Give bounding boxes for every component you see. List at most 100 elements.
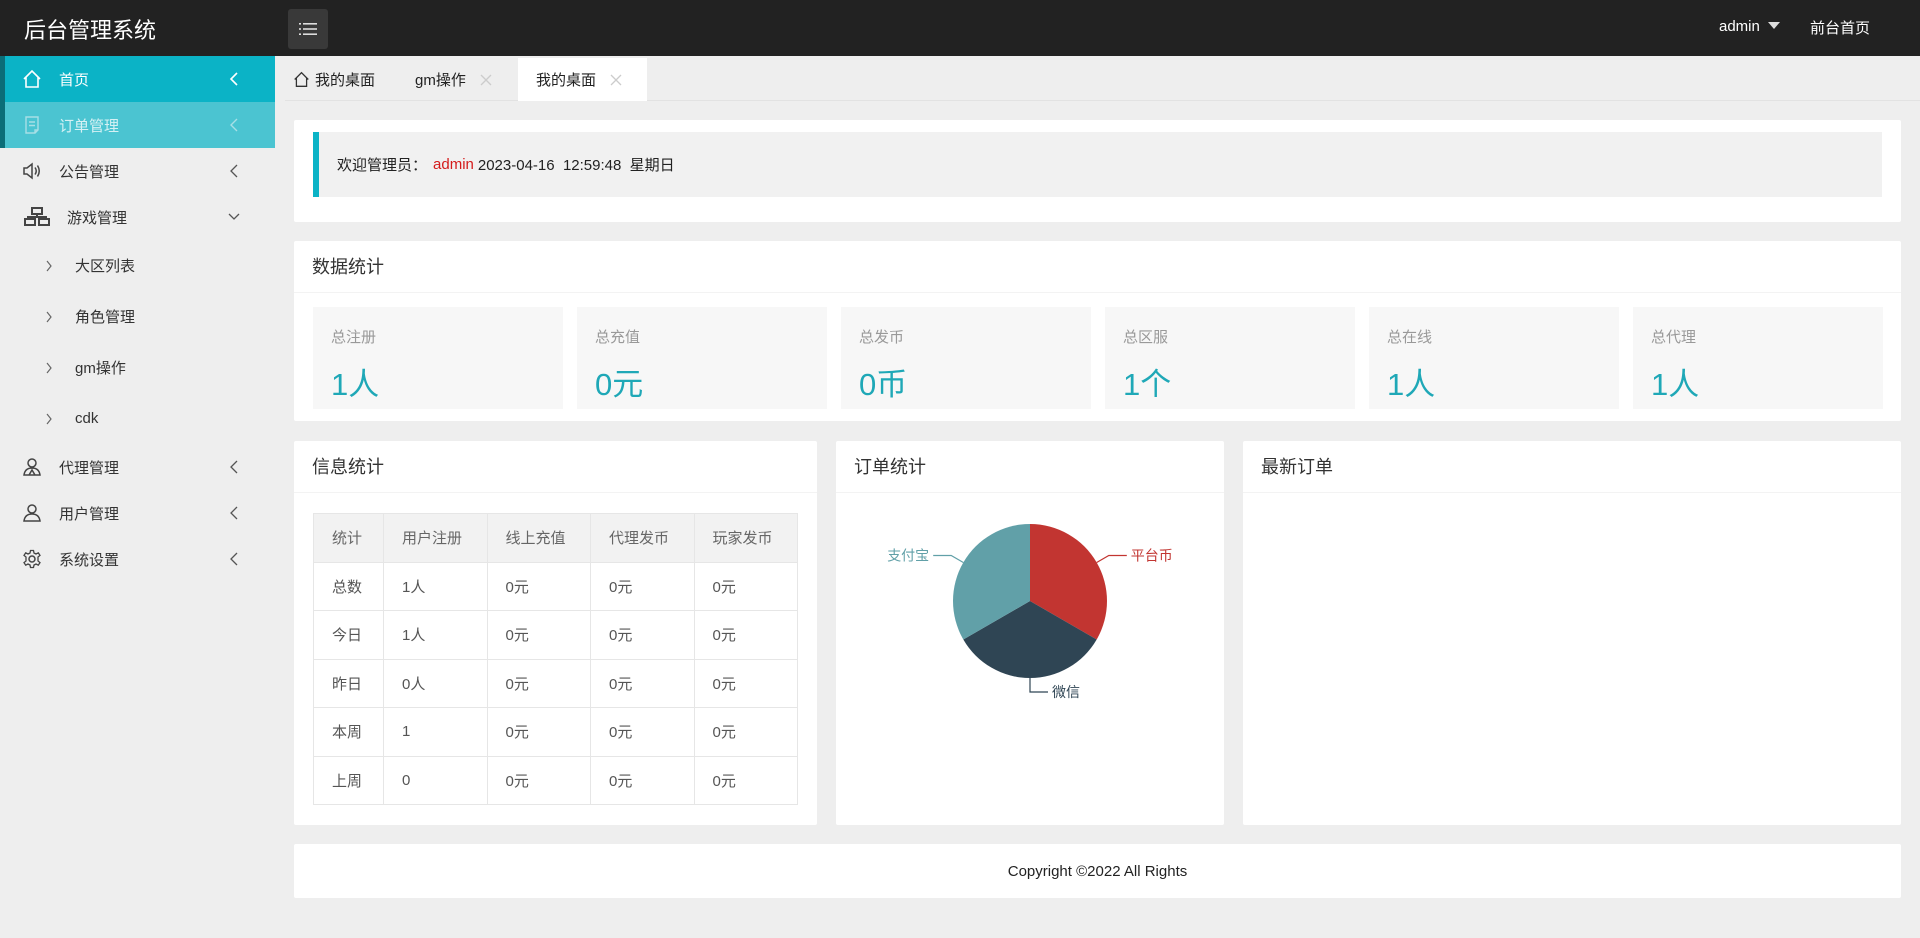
stat-total-coins: 总发币 0币 xyxy=(841,307,1091,409)
sidebar-subitem-regions[interactable]: 大区列表 xyxy=(0,240,275,291)
table-row: 上周 0 0元 0元 0元 xyxy=(313,755,798,805)
table-cell: 上周 xyxy=(313,755,384,805)
sidebar: 首页 订单管理 公告管理 游戏管理 大区列表 角色管理 gm操作 cdk 代理管… xyxy=(0,56,275,938)
speaker-icon xyxy=(22,161,42,181)
table-cell: 0元 xyxy=(590,610,695,660)
close-icon[interactable] xyxy=(610,74,622,86)
user-icon xyxy=(22,503,42,523)
table-cell: 昨日 xyxy=(313,658,384,708)
table-row: 总数 1人 0元 0元 0元 xyxy=(313,561,798,611)
stat-label: 总代理 xyxy=(1651,329,1697,346)
table-cell: 0元 xyxy=(693,658,798,708)
sidebar-subitem-cdk[interactable]: cdk xyxy=(0,393,275,444)
table-cell: 0元 xyxy=(486,755,591,805)
table-cell: 0元 xyxy=(693,755,798,805)
app-title: 后台管理系统 xyxy=(24,18,157,43)
users-icon xyxy=(22,457,42,477)
copyright-text: Copyright ©2022 All Rights xyxy=(1007,862,1188,880)
sidebar-item-agents[interactable]: 代理管理 xyxy=(0,444,275,490)
table-row: 昨日 0人 0元 0元 0元 xyxy=(313,658,798,708)
tab-label: 我的桌面 xyxy=(315,72,376,89)
sidebar-item-label: 用户管理 xyxy=(59,505,120,523)
column-header: 代理发币 xyxy=(590,513,695,563)
card-title: 最新订单 xyxy=(1243,441,1901,493)
sidebar-item-label: 公告管理 xyxy=(59,163,120,181)
card-title: 数据统计 xyxy=(294,241,1901,293)
tab-bar: 我的桌面 gm操作 我的桌面 xyxy=(285,56,1920,101)
table-cell: 总数 xyxy=(313,561,384,611)
table-cell: 0元 xyxy=(693,610,798,660)
footer: Copyright ©2022 All Rights xyxy=(294,844,1901,898)
stat-value: 1人 xyxy=(331,367,380,402)
username: admin xyxy=(1719,18,1760,35)
card-title: 信息统计 xyxy=(294,441,817,493)
chevron-left-icon xyxy=(230,164,238,178)
sidebar-subitem-label: 角色管理 xyxy=(75,309,136,326)
sidebar-subitem-roles[interactable]: 角色管理 xyxy=(0,291,275,342)
chevron-left-icon xyxy=(230,552,238,566)
close-icon[interactable] xyxy=(480,74,492,86)
table-cell: 0元 xyxy=(590,707,695,757)
sidebar-item-label: 游戏管理 xyxy=(67,209,128,227)
table-cell: 0元 xyxy=(590,561,695,611)
sidebar-item-announcements[interactable]: 公告管理 xyxy=(0,148,275,194)
chevron-down-icon xyxy=(228,213,240,220)
sidebar-item-game[interactable]: 游戏管理 xyxy=(0,194,275,240)
table-header-row: 统计 用户注册 线上充值 代理发币 玩家发币 xyxy=(313,513,798,563)
data-stats-card: 数据统计 总注册 1人 总充值 0元 总发币 0币 总区服 1个 总在线 1人 … xyxy=(294,241,1901,421)
welcome-username: admin xyxy=(433,156,474,173)
stat-label: 总注册 xyxy=(331,329,377,346)
sidebar-item-home[interactable]: 首页 xyxy=(0,56,275,102)
gear-icon xyxy=(22,549,42,569)
table-cell: 今日 xyxy=(313,610,384,660)
table-cell: 0元 xyxy=(590,658,695,708)
stat-total-registrations: 总注册 1人 xyxy=(313,307,563,409)
table-cell: 0元 xyxy=(590,755,695,805)
table-cell: 1 xyxy=(383,707,488,757)
pie-label-line xyxy=(933,554,964,564)
chevron-left-icon xyxy=(230,460,238,474)
table-cell: 0人 xyxy=(383,658,488,708)
stat-total-agents: 总代理 1人 xyxy=(1633,307,1883,409)
tab-gm[interactable]: gm操作 xyxy=(415,58,492,101)
stat-label: 总充值 xyxy=(595,329,641,346)
menu-toggle-button[interactable] xyxy=(288,9,328,49)
table-cell: 本周 xyxy=(313,707,384,757)
stat-total-recharge: 总充值 0元 xyxy=(577,307,827,409)
order-pie-chart: 平台币微信 支付宝 xyxy=(887,524,1173,701)
tab-desktop[interactable]: 我的桌面 xyxy=(518,58,647,101)
stat-total-servers: 总区服 1个 xyxy=(1105,307,1355,409)
top-header: 后台管理系统 admin 前台首页 xyxy=(0,0,1920,56)
sidebar-subitem-gm[interactable]: gm操作 xyxy=(0,342,275,393)
column-header: 玩家发币 xyxy=(693,513,798,563)
stat-total-online: 总在线 1人 xyxy=(1369,307,1619,409)
tab-label: 我的桌面 xyxy=(536,72,597,89)
chevron-right-icon xyxy=(46,260,52,272)
table-cell: 0元 xyxy=(486,610,591,660)
column-header: 线上充值 xyxy=(486,513,591,563)
user-dropdown[interactable]: admin xyxy=(1719,18,1780,35)
sidebar-item-label: 系统设置 xyxy=(59,551,120,569)
sidebar-item-orders[interactable]: 订单管理 xyxy=(0,102,275,148)
chevron-right-icon xyxy=(46,362,52,374)
stat-label: 总在线 xyxy=(1387,329,1433,346)
stat-value: 0元 xyxy=(595,367,644,402)
table-cell: 1人 xyxy=(383,561,488,611)
sidebar-subitem-label: gm操作 xyxy=(75,360,126,377)
front-home-link[interactable]: 前台首页 xyxy=(1810,17,1870,38)
stat-value: 0币 xyxy=(859,367,908,402)
stat-value: 1人 xyxy=(1387,367,1436,402)
column-header: 统计 xyxy=(313,513,384,563)
table-row: 今日 1人 0元 0元 0元 xyxy=(313,610,798,660)
sidebar-item-label: 代理管理 xyxy=(59,459,120,477)
latest-orders-card: 最新订单 xyxy=(1243,441,1901,825)
pie-label: 微信 xyxy=(1052,685,1080,701)
table-cell: 0元 xyxy=(693,707,798,757)
sidebar-item-settings[interactable]: 系统设置 xyxy=(0,536,275,582)
tab-desktop-home[interactable]: 我的桌面 xyxy=(293,58,375,101)
table-cell: 0 xyxy=(383,755,488,805)
sidebar-subitem-label: 大区列表 xyxy=(75,258,136,275)
sidebar-item-users[interactable]: 用户管理 xyxy=(0,490,275,536)
table-cell: 0元 xyxy=(693,561,798,611)
welcome-prefix: 欢迎管理员： xyxy=(337,157,428,174)
